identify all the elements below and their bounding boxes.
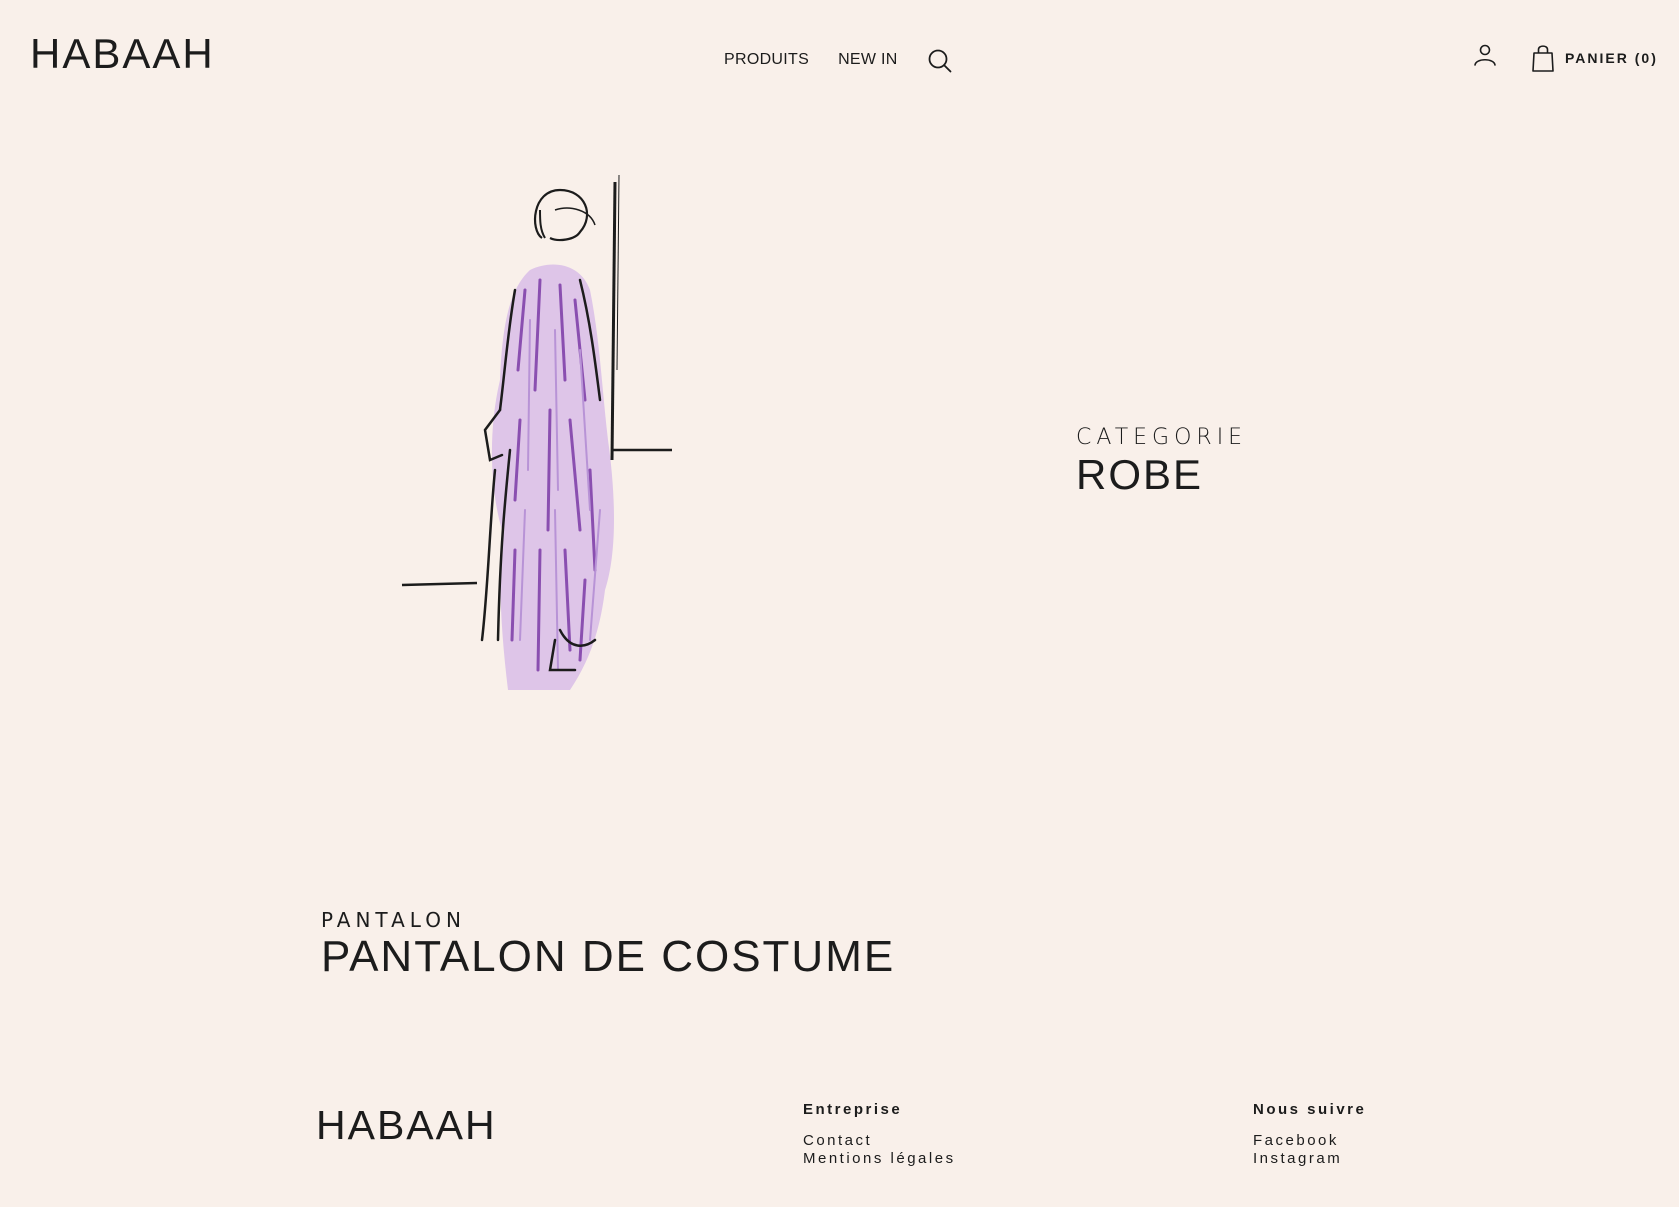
footer-social-column: Nous suivre Facebook Instagram — [1253, 1100, 1366, 1168]
category-kicker: CATEGORIE — [1076, 425, 1248, 450]
nav-new-in[interactable]: NEW IN — [838, 50, 898, 70]
site-header: HABAAH PRODUITS NEW IN PANIER (0) — [0, 0, 1679, 115]
footer-social-heading: Nous suivre — [1253, 1101, 1367, 1118]
footer-company-column: Entreprise Contact Mentions légales — [803, 1100, 956, 1168]
main-nav: PRODUITS NEW IN — [724, 46, 953, 74]
nav-produits[interactable]: PRODUITS — [724, 50, 809, 70]
footer-link-mentions-legales[interactable]: Mentions légales — [803, 1150, 956, 1168]
footer-link-contact[interactable]: Contact — [803, 1132, 956, 1150]
product-pantalon-link[interactable]: PANTALON PANTALON DE COSTUME — [321, 908, 895, 982]
shopping-bag-icon — [1532, 45, 1554, 72]
category-robe-link[interactable]: CATEGORIE ROBE — [1076, 425, 1247, 499]
footer-link-instagram[interactable]: Instagram — [1253, 1150, 1366, 1168]
footer-company-heading: Entreprise — [803, 1101, 903, 1118]
product-title: PANTALON DE COSTUME — [321, 932, 896, 981]
user-icon[interactable] — [1472, 42, 1498, 68]
search-icon[interactable] — [927, 48, 953, 74]
product-kicker: PANTALON — [321, 908, 466, 932]
cart-button[interactable]: PANIER (0) — [1530, 43, 1658, 73]
footer-logo[interactable]: HABAAH — [316, 1102, 497, 1148]
robe-illustration[interactable] — [390, 170, 690, 700]
footer-link-facebook[interactable]: Facebook — [1253, 1132, 1366, 1150]
cart-label: PANIER (0) — [1565, 50, 1658, 66]
category-title: ROBE — [1076, 451, 1204, 498]
site-logo[interactable]: HABAAH — [30, 30, 215, 78]
